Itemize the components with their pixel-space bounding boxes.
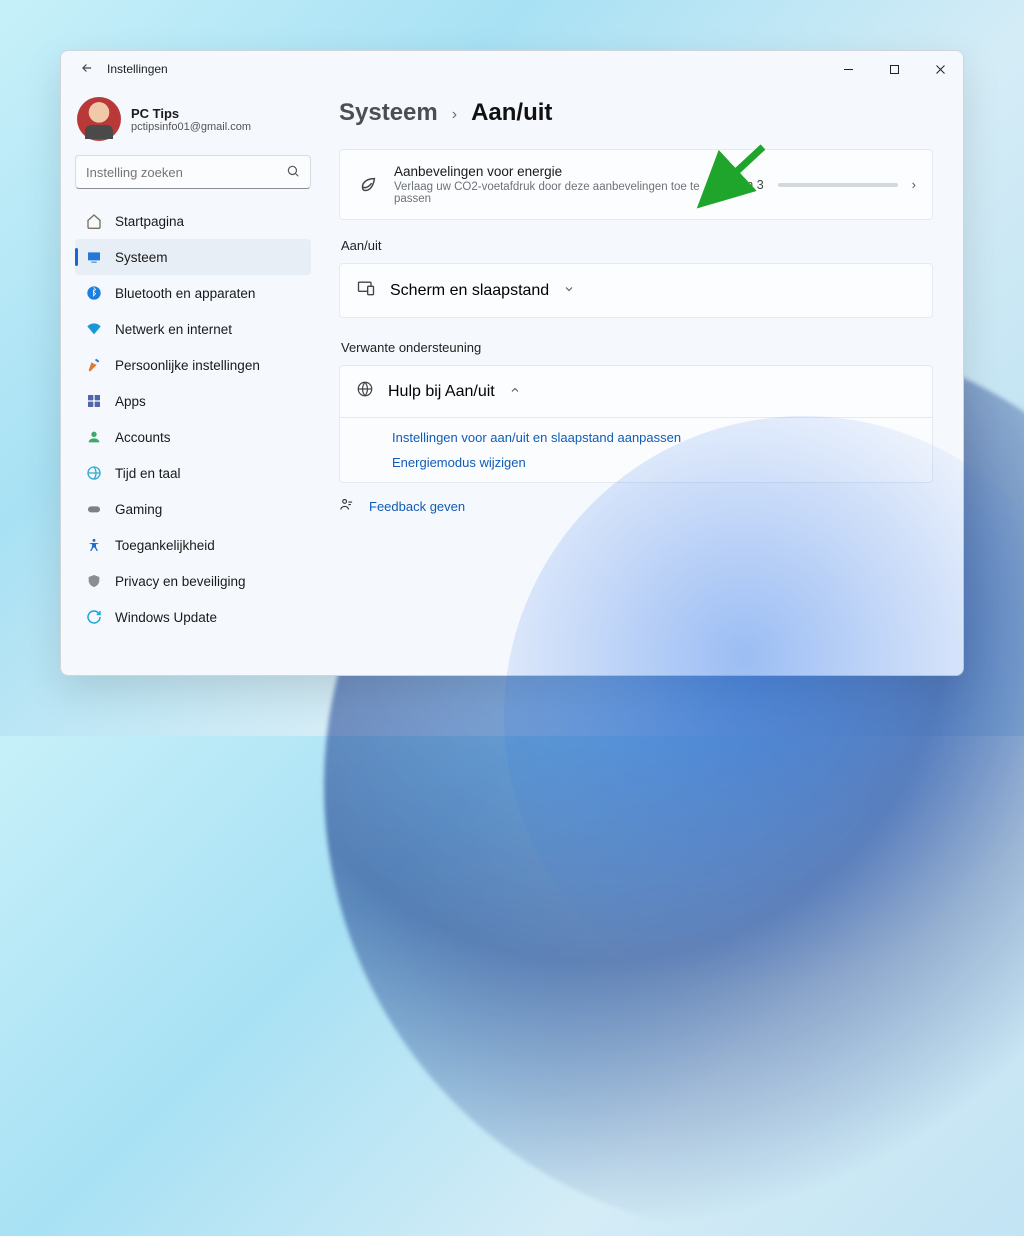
sidebar-item-update[interactable]: Windows Update	[75, 599, 311, 635]
breadcrumb-current: Aan/uit	[471, 99, 552, 127]
home-icon	[85, 212, 103, 230]
section-power-label: Aan/uit	[341, 238, 933, 253]
sidebar-item-label: Bluetooth en apparaten	[115, 286, 255, 301]
bluetooth-icon	[85, 284, 103, 302]
account-info[interactable]: PC Tips pctipsinfo01@gmail.com	[77, 97, 311, 141]
sidebar-item-label: Privacy en beveiliging	[115, 574, 246, 589]
sidebar-item-personalization[interactable]: Persoonlijke instellingen	[75, 347, 311, 383]
gaming-icon	[85, 500, 103, 518]
help-title: Hulp bij Aan/uit	[388, 383, 495, 401]
energy-recommendations-card[interactable]: Aanbevelingen voor energie Verlaag uw CO…	[339, 149, 933, 220]
sidebar-item-network[interactable]: Netwerk en internet	[75, 311, 311, 347]
sidebar-item-label: Netwerk en internet	[115, 322, 232, 337]
search-icon	[286, 164, 300, 181]
sidebar-item-time-language[interactable]: Tijd en taal	[75, 455, 311, 491]
sidebar-item-privacy[interactable]: Privacy en beveiliging	[75, 563, 311, 599]
help-link-2[interactable]: Energiemodus wijzigen	[392, 455, 916, 470]
energy-score: 0 van 3	[723, 178, 764, 192]
chevron-up-icon	[509, 383, 521, 401]
titlebar: Instellingen	[61, 51, 963, 87]
accounts-icon	[85, 428, 103, 446]
settings-window: Instellingen PC Tips pctipsinfo01@gmail.…	[60, 50, 964, 676]
sidebar-item-gaming[interactable]: Gaming	[75, 491, 311, 527]
apps-icon	[85, 392, 103, 410]
sidebar: PC Tips pctipsinfo01@gmail.com Startpagi…	[61, 87, 321, 675]
search-box[interactable]	[75, 155, 311, 189]
sidebar-item-label: Tijd en taal	[115, 466, 181, 481]
screen-sleep-row[interactable]: Scherm en slaapstand	[339, 263, 933, 318]
screen-icon	[356, 278, 376, 303]
leaf-icon	[356, 173, 380, 197]
help-link-1[interactable]: Instellingen voor aan/uit en slaapstand …	[392, 430, 916, 445]
sidebar-item-apps[interactable]: Apps	[75, 383, 311, 419]
chevron-right-icon: ›	[452, 106, 457, 124]
help-body: Instellingen voor aan/uit en slaapstand …	[339, 418, 933, 483]
account-email: pctipsinfo01@gmail.com	[131, 121, 251, 133]
close-button[interactable]	[917, 51, 963, 87]
time-language-icon	[85, 464, 103, 482]
help-header[interactable]: Hulp bij Aan/uit	[339, 365, 933, 418]
screen-sleep-label: Scherm en slaapstand	[390, 282, 549, 300]
chevron-down-icon	[563, 282, 575, 300]
energy-progress-bar	[778, 183, 898, 187]
sidebar-item-bluetooth[interactable]: Bluetooth en apparaten	[75, 275, 311, 311]
sidebar-item-label: Gaming	[115, 502, 162, 517]
help-expander: Hulp bij Aan/uit Instellingen voor aan/u…	[339, 365, 933, 483]
globe-icon	[356, 380, 374, 403]
nav: Startpagina Systeem Bluetooth en apparat…	[75, 203, 311, 635]
sidebar-item-accounts[interactable]: Accounts	[75, 419, 311, 455]
minimize-button[interactable]	[825, 51, 871, 87]
breadcrumb: Systeem › Aan/uit	[339, 99, 933, 127]
back-button[interactable]	[73, 61, 101, 78]
energy-title: Aanbevelingen voor energie	[394, 164, 709, 179]
sidebar-item-system[interactable]: Systeem	[75, 239, 311, 275]
feedback-row[interactable]: Feedback geven	[339, 497, 933, 515]
sidebar-item-home[interactable]: Startpagina	[75, 203, 311, 239]
maximize-button[interactable]	[871, 51, 917, 87]
personalization-icon	[85, 356, 103, 374]
sidebar-item-accessibility[interactable]: Toegankelijkheid	[75, 527, 311, 563]
accessibility-icon	[85, 536, 103, 554]
chevron-right-icon: ›	[912, 177, 916, 192]
sidebar-item-label: Persoonlijke instellingen	[115, 358, 260, 373]
section-related-label: Verwante ondersteuning	[341, 340, 933, 355]
sidebar-item-label: Accounts	[115, 430, 171, 445]
account-name: PC Tips	[131, 106, 251, 121]
main-content: Systeem › Aan/uit Aanbevelingen voor ene…	[321, 87, 963, 675]
avatar	[77, 97, 121, 141]
update-icon	[85, 608, 103, 626]
app-title: Instellingen	[107, 62, 168, 76]
feedback-icon	[339, 497, 355, 515]
search-input[interactable]	[86, 165, 286, 180]
sidebar-item-label: Systeem	[115, 250, 168, 265]
feedback-link[interactable]: Feedback geven	[369, 499, 465, 514]
sidebar-item-label: Toegankelijkheid	[115, 538, 215, 553]
sidebar-item-label: Startpagina	[115, 214, 184, 229]
network-icon	[85, 320, 103, 338]
privacy-icon	[85, 572, 103, 590]
breadcrumb-root[interactable]: Systeem	[339, 99, 438, 127]
sidebar-item-label: Apps	[115, 394, 146, 409]
energy-subtitle: Verlaag uw CO2-voetafdruk door deze aanb…	[394, 181, 709, 205]
sidebar-item-label: Windows Update	[115, 610, 217, 625]
system-icon	[85, 248, 103, 266]
